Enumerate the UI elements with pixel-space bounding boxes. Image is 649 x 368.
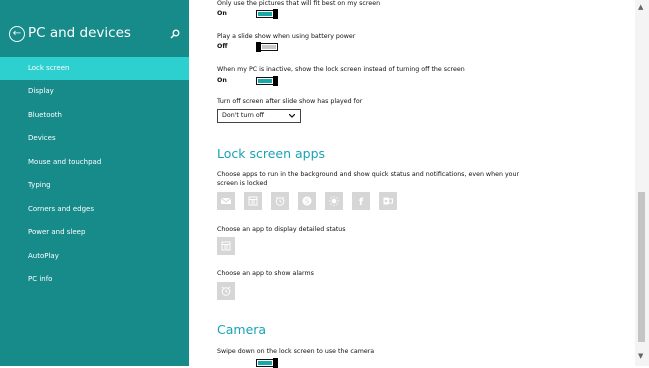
sidebar: ← PC and devices Lock screen Display Blu… [0, 0, 189, 366]
setting-label: Play a slide show when using battery pow… [217, 33, 356, 40]
sidebar-item-pc-info[interactable]: PC info [0, 268, 189, 291]
lock-apps-description: screen is locked [217, 180, 268, 187]
weather-icon[interactable] [325, 192, 343, 210]
settings-content: Only use the pictures that will fit best… [189, 0, 635, 368]
lock-apps-description: Choose apps to run in the background and… [217, 171, 520, 178]
skype-icon[interactable]: S [298, 192, 316, 210]
calendar-icon[interactable] [244, 192, 262, 210]
sidebar-item-power-and-sleep[interactable]: Power and sleep [0, 221, 189, 244]
toggle-state: Off [217, 43, 228, 50]
mail-icon[interactable] [217, 192, 235, 210]
sidebar-item-mouse-and-touchpad[interactable]: Mouse and touchpad [0, 151, 189, 174]
sidebar-item-bluetooth[interactable]: Bluetooth [0, 104, 189, 127]
alarm-icon[interactable] [271, 192, 289, 210]
camera-heading: Camera [217, 322, 267, 337]
sidebar-item-corners-and-edges[interactable]: Corners and edges [0, 198, 189, 221]
setting-label: When my PC is inactive, show the lock sc… [217, 66, 465, 73]
chevron-down-icon [289, 114, 295, 118]
alarms-label: Choose an app to show alarms [217, 270, 314, 277]
setting-label: Only use the pictures that will fit best… [217, 0, 381, 7]
facebook-icon[interactable]: f [352, 192, 370, 210]
setting-label: Turn off screen after slide show has pla… [217, 98, 363, 105]
toggle-state: On [217, 77, 227, 84]
dropdown-value: Don't turn off [222, 112, 265, 119]
toggle-state: On [217, 10, 227, 17]
search-icon[interactable] [170, 29, 180, 39]
page-title: PC and devices [28, 25, 131, 41]
svg-text:f: f [359, 197, 364, 207]
sidebar-item-autoplay[interactable]: AutoPlay [0, 245, 189, 268]
scroll-down-arrow-icon[interactable]: ▼ [638, 352, 643, 360]
alarm-icon[interactable] [217, 282, 235, 300]
sidebar-item-lock-screen[interactable]: Lock screen [0, 57, 189, 80]
lock-screen-apps-heading: Lock screen apps [217, 146, 326, 161]
scroll-up-arrow-icon[interactable]: ▲ [638, 3, 643, 11]
sidebar-item-display[interactable]: Display [0, 80, 189, 103]
outlook-icon[interactable] [379, 192, 397, 210]
detailed-status-label: Choose an app to display detailed status [217, 226, 346, 233]
scrollbar-thumb[interactable] [638, 192, 645, 342]
back-arrow-icon[interactable]: ← [9, 26, 25, 42]
sidebar-item-typing[interactable]: Typing [0, 174, 189, 197]
lock-screen-inactive-toggle[interactable] [256, 76, 278, 86]
fit-pictures-toggle[interactable] [256, 9, 278, 19]
calendar-icon[interactable] [217, 237, 235, 255]
battery-slideshow-toggle[interactable] [256, 42, 278, 52]
svg-text:S: S [305, 198, 310, 206]
camera-label: Swipe down on the lock screen to use the… [217, 348, 375, 355]
turn-off-screen-dropdown[interactable]: Don't turn off [217, 109, 301, 123]
sidebar-item-devices[interactable]: Devices [0, 127, 189, 150]
